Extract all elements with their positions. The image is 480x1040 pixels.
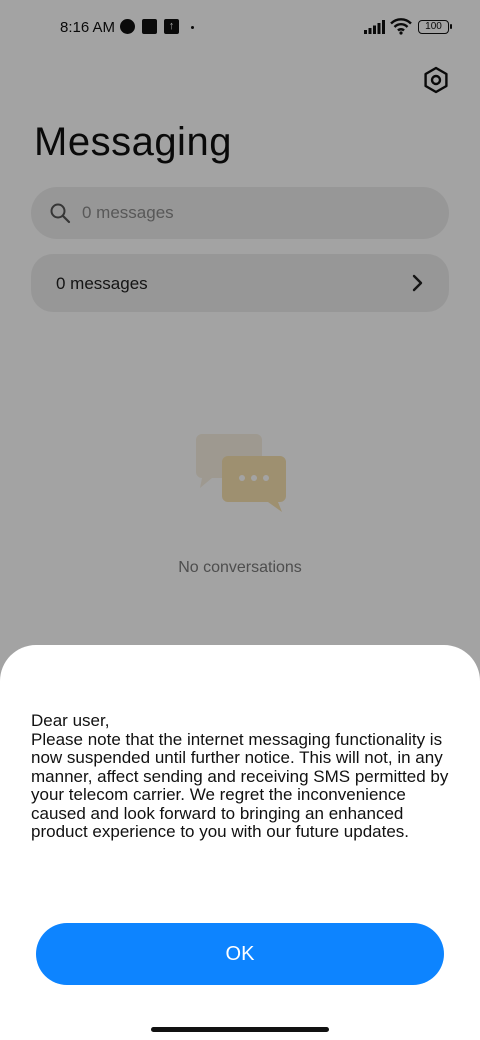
dialog-message: Dear user, Please note that the internet… <box>31 711 449 841</box>
notice-dialog: Dear user, Please note that the internet… <box>0 645 480 1040</box>
home-indicator[interactable] <box>151 1027 329 1032</box>
ok-button[interactable]: OK <box>36 923 444 985</box>
